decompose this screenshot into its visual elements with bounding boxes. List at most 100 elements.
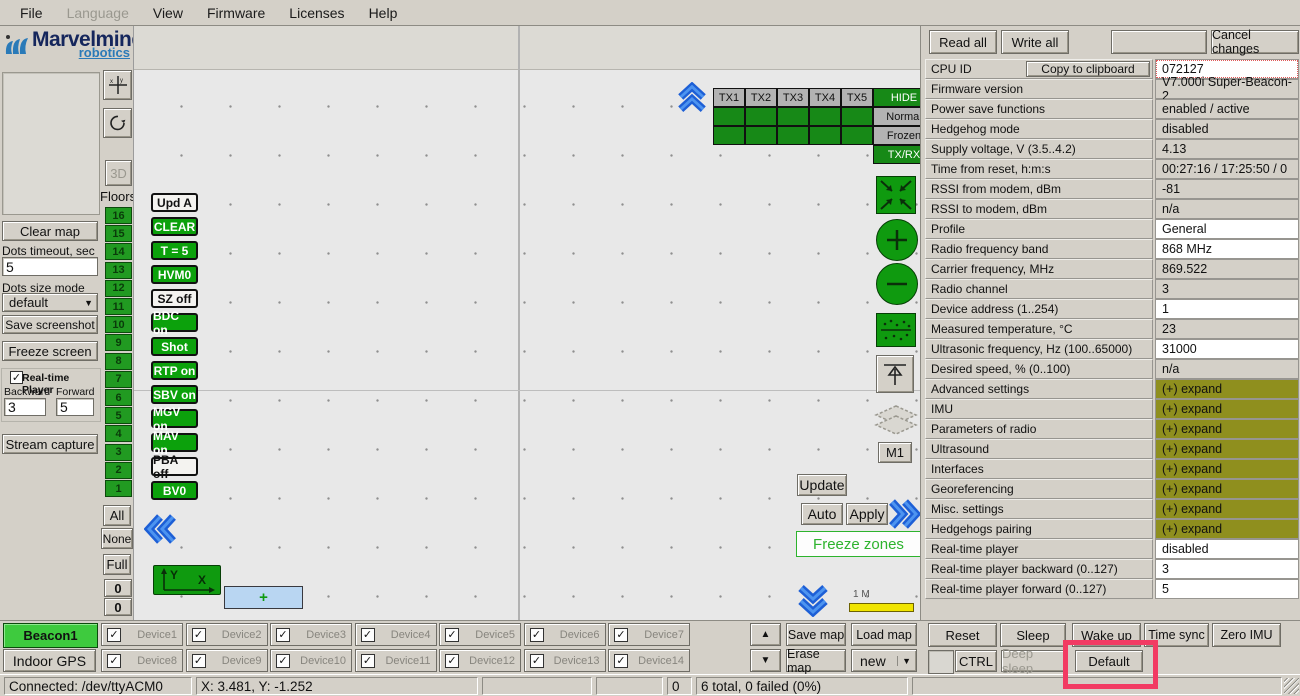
collapse-up-chevron-icon[interactable] [677,82,707,115]
write-all-button[interactable]: Write all [1001,30,1069,54]
param-value[interactable]: (+) expand [1155,499,1299,519]
upload-map-button[interactable] [876,355,914,393]
collapse-down-chevron-icon[interactable] [797,583,829,620]
param-value[interactable]: 5 [1155,579,1299,599]
map-cmd-sz-off[interactable]: SZ off [151,289,198,308]
dots-size-select[interactable]: default ▼ [2,293,98,312]
backward-input[interactable]: 3 [4,398,46,416]
floor-button-7[interactable]: 7 [105,371,132,388]
checkbox-checked-icon[interactable]: ✓ [107,654,121,668]
map-cmd-t-=-5[interactable]: T = 5 [151,241,198,260]
collapse-left-chevron-icon[interactable] [144,513,178,548]
load-map-button[interactable]: Load map [851,623,917,646]
checkbox-checked-icon[interactable]: ✓ [192,654,206,668]
resize-grip-icon[interactable] [1284,678,1299,694]
map-cmd-bdc-on[interactable]: BDC on [151,313,198,332]
param-value[interactable]: (+) expand [1155,379,1299,399]
tx-state-cell[interactable] [777,107,809,126]
checkbox-checked-icon[interactable]: ✓ [530,628,544,642]
forward-input[interactable]: 5 [56,398,94,416]
zero-imu-button[interactable]: Zero IMU [1212,623,1281,647]
beacon1-button[interactable]: Beacon1 [3,623,98,648]
tx-state-cell[interactable] [809,107,841,126]
save-map-button[interactable]: Save map [786,623,846,646]
device-scroll-down-button[interactable]: ▼ [750,649,781,672]
floor-button-13[interactable]: 13 [105,262,132,279]
device-toggle-device4[interactable]: ✓Device4 [355,623,437,646]
read-all-button[interactable]: Read all [929,30,997,54]
param-value[interactable]: 868 MHz [1155,239,1299,259]
dots-display-button[interactable] [876,313,916,347]
device-toggle-device9[interactable]: ✓Device9 [186,649,268,672]
tx-header-tx4[interactable]: TX4 [809,88,841,107]
device-toggle-device5[interactable]: ✓Device5 [439,623,521,646]
tx-header-tx5[interactable]: TX5 [841,88,873,107]
map-name-select[interactable]: new ▼ [851,649,917,672]
param-value[interactable]: 3 [1155,559,1299,579]
map-canvas[interactable]: TX1TX2TX3TX4TX5HIDENormalFrozenTX/RX [133,26,920,620]
menu-item-firmware[interactable]: Firmware [195,5,277,21]
device-toggle-device13[interactable]: ✓Device13 [524,649,606,672]
device-toggle-device1[interactable]: ✓Device1 [101,623,183,646]
floor-button-10[interactable]: 10 [105,316,132,333]
floor-button-2[interactable]: 2 [105,462,132,479]
stream-capture-button[interactable]: Stream capture [2,434,98,454]
erase-map-button[interactable]: Erase map [786,649,846,672]
ctrl-button[interactable]: CTRL [955,650,997,672]
device-toggle-device12[interactable]: ✓Device12 [439,649,521,672]
floor-button-11[interactable]: 11 [105,298,132,315]
map-cmd-hvm0[interactable]: HVM0 [151,265,198,284]
floor-button-14[interactable]: 14 [105,243,132,260]
apply-button[interactable]: Apply [846,503,888,525]
menu-item-help[interactable]: Help [357,5,410,21]
axes-tool-button[interactable]: xy [103,70,132,100]
device-toggle-device7[interactable]: ✓Device7 [608,623,690,646]
floor-button-4[interactable]: 4 [105,425,132,442]
map-cmd-pba-off[interactable]: PBA off [151,457,198,476]
checkbox-checked-icon[interactable]: ✓ [361,654,375,668]
update-button[interactable]: Update [797,474,847,496]
ctrl-checkbox[interactable] [928,650,954,674]
save-screenshot-button[interactable]: Save screenshot [2,315,98,334]
map-cmd-clear[interactable]: CLEAR [151,217,198,236]
checkbox-checked-icon[interactable]: ✓ [276,628,290,642]
map-cmd-mgv-on[interactable]: MGV on [151,409,198,428]
floor-button-16[interactable]: 16 [105,207,132,224]
menu-item-file[interactable]: File [8,5,55,21]
tx-header-tx3[interactable]: TX3 [777,88,809,107]
floors-none-button[interactable]: None [101,528,133,549]
device-scroll-up-button[interactable]: ▲ [750,623,781,646]
blank-button[interactable] [1111,30,1207,54]
map-cmd-rtp-on[interactable]: RTP on [151,361,198,380]
param-value[interactable]: 1 [1155,299,1299,319]
3d-view-button[interactable]: 3D [105,160,132,186]
floor-button-9[interactable]: 9 [105,334,132,351]
tx-header-tx2[interactable]: TX2 [745,88,777,107]
device-toggle-device10[interactable]: ✓Device10 [270,649,352,672]
param-value[interactable]: (+) expand [1155,519,1299,539]
param-value[interactable]: 31000 [1155,339,1299,359]
auto-button[interactable]: Auto [801,503,843,525]
floor-counter-up[interactable]: 0 [104,579,132,597]
floor-button-8[interactable]: 8 [105,353,132,370]
floor-button-12[interactable]: 12 [105,280,132,297]
map-cmd-bv0[interactable]: BV0 [151,481,198,500]
floor-button-1[interactable]: 1 [105,480,132,497]
floor-button-6[interactable]: 6 [105,389,132,406]
tx-state-cell[interactable] [745,126,777,145]
zoom-in-button[interactable] [876,219,918,261]
clear-map-button[interactable]: Clear map [2,221,98,241]
expand-right-chevron-icon[interactable] [887,498,921,533]
param-value[interactable]: General [1155,219,1299,239]
reset-button[interactable]: Reset [928,623,997,647]
map-cmd-sbv-on[interactable]: SBV on [151,385,198,404]
map-cmd-upd-a[interactable]: Upd A [151,193,198,212]
tx-state-cell[interactable] [777,126,809,145]
tx-state-cell[interactable] [713,107,745,126]
layers-button[interactable] [874,404,918,441]
zoom-out-button[interactable] [876,263,918,305]
checkbox-checked-icon[interactable]: ✓ [361,628,375,642]
sleep-button[interactable]: Sleep [1000,623,1066,647]
add-submap-button[interactable]: + [224,586,303,609]
checkbox-checked-icon[interactable]: ✓ [614,654,628,668]
